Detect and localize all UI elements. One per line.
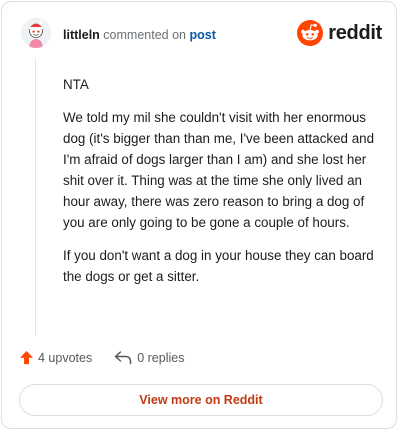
embedded-comment-card: littleln commented on post reddit NTA We…	[1, 1, 397, 429]
reddit-logo-link[interactable]: reddit	[297, 19, 382, 47]
upvote-arrow-icon	[19, 350, 34, 365]
view-more-button[interactable]: View more on Reddit	[19, 384, 383, 416]
reddit-wordmark: reddit	[328, 21, 382, 44]
comment-paragraph: NTA	[63, 77, 89, 92]
reply-count: 0 replies	[137, 350, 185, 365]
post-link[interactable]: post	[189, 28, 215, 42]
comment-body: NTA We told my mil she couldn't visit wi…	[63, 74, 381, 299]
commented-on-text: commented on	[103, 28, 186, 42]
username-link[interactable]: littleln	[63, 28, 100, 42]
comment-header: littleln commented on post reddit	[19, 18, 382, 54]
upvote-button[interactable]: 4 upvotes	[19, 350, 92, 365]
snoo-avatar-icon[interactable]	[21, 18, 51, 48]
reply-arrow-icon	[114, 351, 132, 365]
thread-line	[35, 58, 36, 336]
comment-meta: littleln commented on post	[63, 28, 216, 42]
view-more-label: View more on Reddit	[139, 393, 263, 407]
comment-paragraph: We told my mil she couldn't visit with h…	[63, 110, 375, 230]
comment-actions: 4 upvotes 0 replies	[19, 350, 184, 365]
comment-paragraph: If you don't want a dog in your house th…	[63, 248, 374, 284]
upvote-count: 4 upvotes	[38, 350, 93, 365]
reply-button[interactable]: 0 replies	[114, 350, 184, 365]
reddit-snoo-icon	[297, 20, 324, 46]
